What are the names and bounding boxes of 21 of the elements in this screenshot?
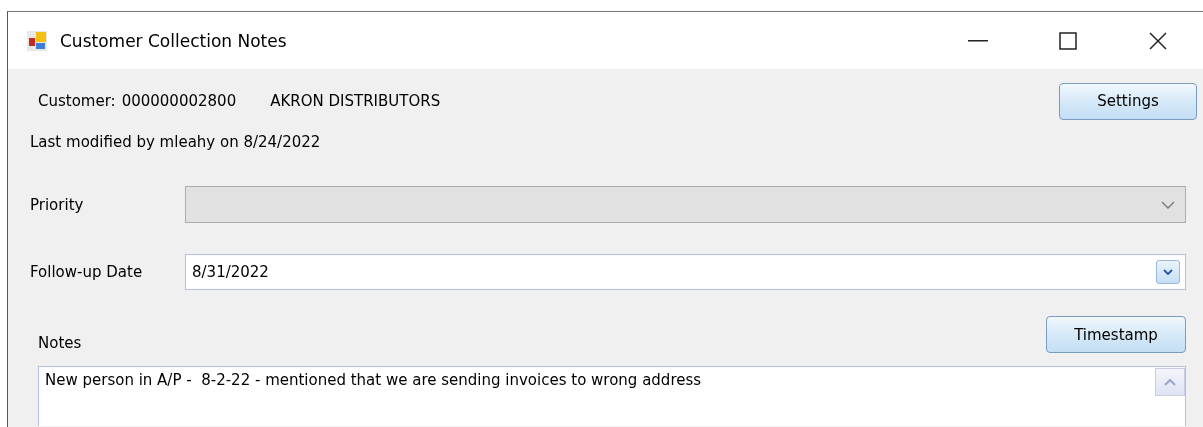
window-title: Customer Collection Notes (60, 30, 287, 51)
priority-label: Priority (30, 195, 85, 214)
minimize-icon (968, 39, 988, 42)
chevron-down-icon (1161, 200, 1175, 209)
maximize-icon (1059, 31, 1077, 50)
scroll-up-button[interactable] (1155, 368, 1185, 396)
customer-label: Customer: (38, 92, 116, 110)
timestamp-button[interactable]: Timestamp (1046, 316, 1186, 353)
follow-up-date-field[interactable]: 8/31/2022 (185, 254, 1186, 290)
chevron-up-icon (1164, 378, 1176, 386)
settings-button[interactable]: Settings (1059, 82, 1197, 120)
customer-number: 000000002800 (121, 92, 237, 110)
chevron-down-icon (1163, 269, 1173, 275)
app-icon (26, 29, 48, 52)
last-modified-text: Last modified by mleahy on 8/24/2022 (30, 133, 321, 151)
follow-up-date-label: Follow-up Date (30, 263, 144, 281)
dropdown-button[interactable] (1156, 260, 1180, 284)
notes-field[interactable]: New person in A/P - 8-2-22 - mentioned that we are sending invoices to wrong address (38, 366, 1186, 426)
close-icon (1149, 31, 1167, 50)
notes-label: Notes (38, 334, 82, 352)
customer-name: AKRON DISTRIBUTORS (270, 92, 441, 110)
